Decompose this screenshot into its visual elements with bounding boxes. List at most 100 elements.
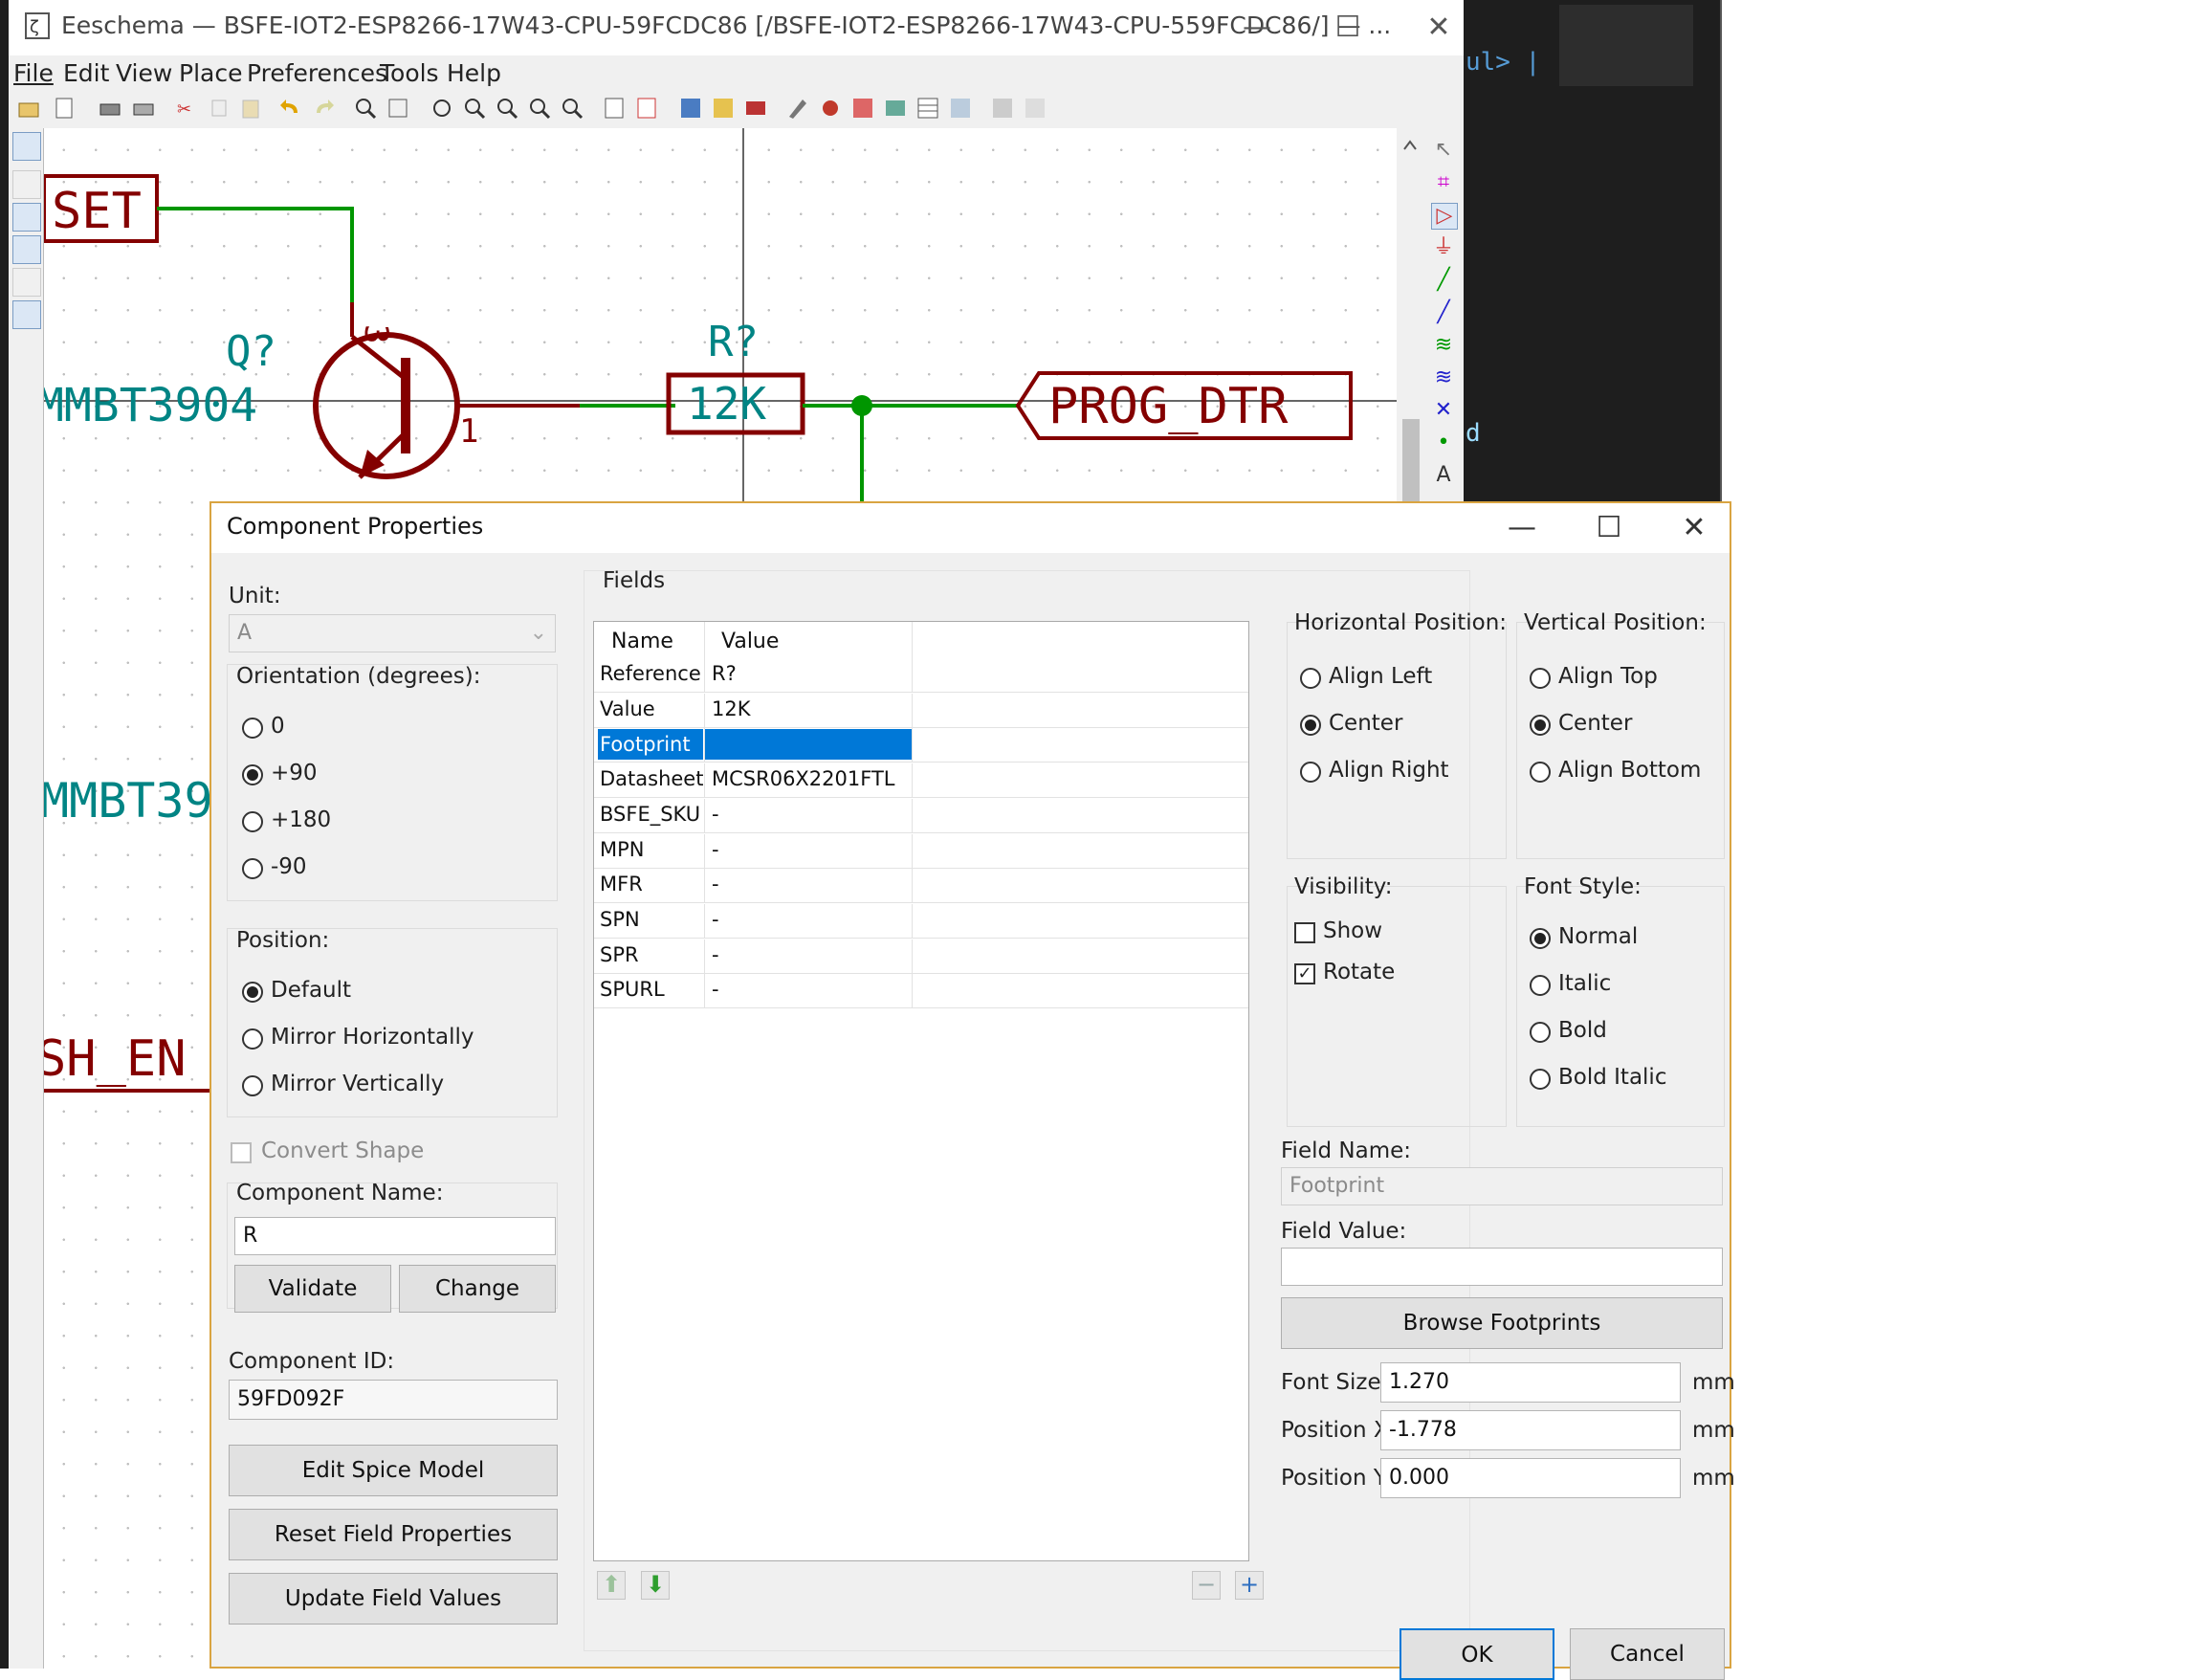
- align-bottom-radio[interactable]: [1530, 762, 1551, 783]
- field-row[interactable]: SPURL -: [594, 974, 1248, 1009]
- redo-icon[interactable]: [311, 96, 336, 121]
- hidden-pins-icon[interactable]: [12, 268, 41, 297]
- page-settings-icon[interactable]: [52, 96, 77, 121]
- plot-icon[interactable]: [131, 96, 156, 121]
- show-checkbox[interactable]: [1294, 922, 1315, 943]
- field-row[interactable]: Footprint: [594, 728, 1248, 763]
- add-component-icon[interactable]: ▷: [1431, 203, 1458, 230]
- add-wire-icon[interactable]: ╱: [1431, 268, 1456, 293]
- browse-footprints-button[interactable]: Browse Footprints: [1281, 1297, 1723, 1349]
- redraw-icon[interactable]: [430, 96, 454, 121]
- add-bus-icon[interactable]: ╱: [1431, 300, 1456, 325]
- add-power-icon[interactable]: ⏚: [1431, 235, 1456, 260]
- close-button[interactable]: ✕: [1405, 6, 1472, 50]
- menu-place[interactable]: Place: [179, 59, 242, 87]
- orientation-0-radio[interactable]: [242, 718, 263, 739]
- cancel-button[interactable]: Cancel: [1570, 1628, 1725, 1680]
- component-name-input[interactable]: R: [234, 1217, 556, 1255]
- cut-icon[interactable]: ✂: [174, 96, 199, 121]
- field-name-cell[interactable]: BSFE_SKU: [600, 803, 703, 826]
- menu-file[interactable]: File: [13, 59, 54, 87]
- label-icon[interactable]: A: [1431, 463, 1456, 488]
- orientation-minus90-radio[interactable]: [242, 858, 263, 879]
- field-name-cell[interactable]: SPN: [600, 908, 703, 931]
- field-value-cell[interactable]: -: [712, 803, 909, 826]
- annotate-icon[interactable]: [785, 96, 810, 121]
- import-footprint-icon[interactable]: [990, 96, 1015, 121]
- field-value-cell[interactable]: -: [712, 943, 909, 966]
- field-name-cell[interactable]: Datasheet: [600, 767, 703, 790]
- field-name-cell[interactable]: Reference: [600, 662, 703, 685]
- assign-footprints-icon[interactable]: [883, 96, 908, 121]
- wire-angle-icon[interactable]: [12, 300, 41, 329]
- junction-icon[interactable]: •: [1431, 431, 1456, 455]
- field-value-cell[interactable]: MCSR06X2201FTL: [712, 767, 909, 790]
- field-row[interactable]: MPN -: [594, 833, 1248, 869]
- rotate-checkbox[interactable]: ✓: [1294, 963, 1315, 984]
- field-name-cell[interactable]: SPR: [600, 943, 703, 966]
- field-row[interactable]: BSFE_SKU -: [594, 798, 1248, 833]
- orientation-90-radio[interactable]: [242, 764, 263, 785]
- field-value-input[interactable]: [1281, 1248, 1723, 1286]
- field-value-cell[interactable]: -: [712, 838, 909, 861]
- edit-spice-model-button[interactable]: Edit Spice Model: [229, 1445, 558, 1496]
- position-default-radio[interactable]: [242, 982, 263, 1003]
- menu-view[interactable]: View: [116, 59, 172, 87]
- spice-simulator-icon[interactable]: [948, 96, 973, 121]
- orientation-180-radio[interactable]: [242, 811, 263, 832]
- pcbnew-icon[interactable]: [743, 96, 768, 121]
- delete-field-icon[interactable]: −: [1192, 1571, 1221, 1600]
- change-button[interactable]: Change: [399, 1265, 556, 1313]
- cursor-shape-icon[interactable]: [12, 235, 41, 264]
- menu-tools[interactable]: Tools: [380, 59, 439, 87]
- field-row[interactable]: Reference R?: [594, 658, 1248, 693]
- field-value-cell[interactable]: 12K: [712, 697, 909, 720]
- dialog-close-button[interactable]: ✕: [1661, 507, 1728, 549]
- copy-icon[interactable]: [208, 96, 232, 121]
- field-name-cell[interactable]: MFR: [600, 873, 703, 895]
- paste-icon[interactable]: [238, 96, 263, 121]
- units-inch-icon[interactable]: [12, 170, 41, 199]
- align-top-radio[interactable]: [1530, 668, 1551, 689]
- bus-entry-icon[interactable]: ≋: [1431, 365, 1456, 390]
- align-right-radio[interactable]: [1300, 762, 1321, 783]
- no-connect-icon[interactable]: ✕: [1431, 398, 1456, 423]
- field-row[interactable]: SPR -: [594, 939, 1248, 974]
- field-name-cell[interactable]: MPN: [600, 838, 703, 861]
- wire-entry-icon[interactable]: ≋: [1431, 333, 1456, 358]
- dialog-minimize-button[interactable]: —: [1488, 507, 1555, 549]
- unit-select[interactable]: A ⌄: [229, 614, 556, 652]
- position-y-input[interactable]: 0.000: [1380, 1458, 1681, 1498]
- zoom-selection-icon[interactable]: [560, 96, 584, 121]
- font-italic-radio[interactable]: [1530, 975, 1551, 996]
- field-value-cell[interactable]: -: [712, 908, 909, 931]
- zoom-out-icon[interactable]: [495, 96, 519, 121]
- menu-edit[interactable]: Edit: [63, 59, 109, 87]
- grid-toggle-icon[interactable]: [12, 132, 41, 161]
- font-bold-radio[interactable]: [1530, 1022, 1551, 1043]
- font-bold-italic-radio[interactable]: [1530, 1069, 1551, 1090]
- undo-icon[interactable]: [278, 96, 303, 121]
- field-value-cell[interactable]: -: [712, 978, 909, 1001]
- add-field-icon[interactable]: +: [1235, 1571, 1264, 1600]
- erc-icon[interactable]: [818, 96, 843, 121]
- menu-help[interactable]: Help: [447, 59, 501, 87]
- field-name-input[interactable]: Footprint: [1281, 1167, 1723, 1205]
- horizontal-center-radio[interactable]: [1300, 715, 1321, 736]
- print-icon[interactable]: [98, 96, 122, 121]
- hierarchy-navigator-icon[interactable]: [602, 96, 627, 121]
- font-size-input[interactable]: 1.270: [1380, 1362, 1681, 1403]
- minimize-button[interactable]: —: [1223, 6, 1290, 50]
- units-mm-icon[interactable]: [12, 203, 41, 232]
- zoom-fit-icon[interactable]: [527, 96, 552, 121]
- open-icon[interactable]: [16, 96, 41, 121]
- field-name-cell[interactable]: Value: [600, 697, 703, 720]
- fields-grid[interactable]: Name Value Reference R? Value 12K Footprint D…: [593, 621, 1249, 1561]
- symbol-browser-icon[interactable]: [711, 96, 736, 121]
- update-field-values-button[interactable]: Update Field Values: [229, 1573, 558, 1625]
- select-icon[interactable]: ↖: [1431, 138, 1456, 163]
- field-row[interactable]: Value 12K: [594, 693, 1248, 728]
- symbol-editor-icon[interactable]: [678, 96, 703, 121]
- field-value-cell[interactable]: R?: [712, 662, 909, 685]
- move-down-icon[interactable]: ⬇: [641, 1571, 670, 1600]
